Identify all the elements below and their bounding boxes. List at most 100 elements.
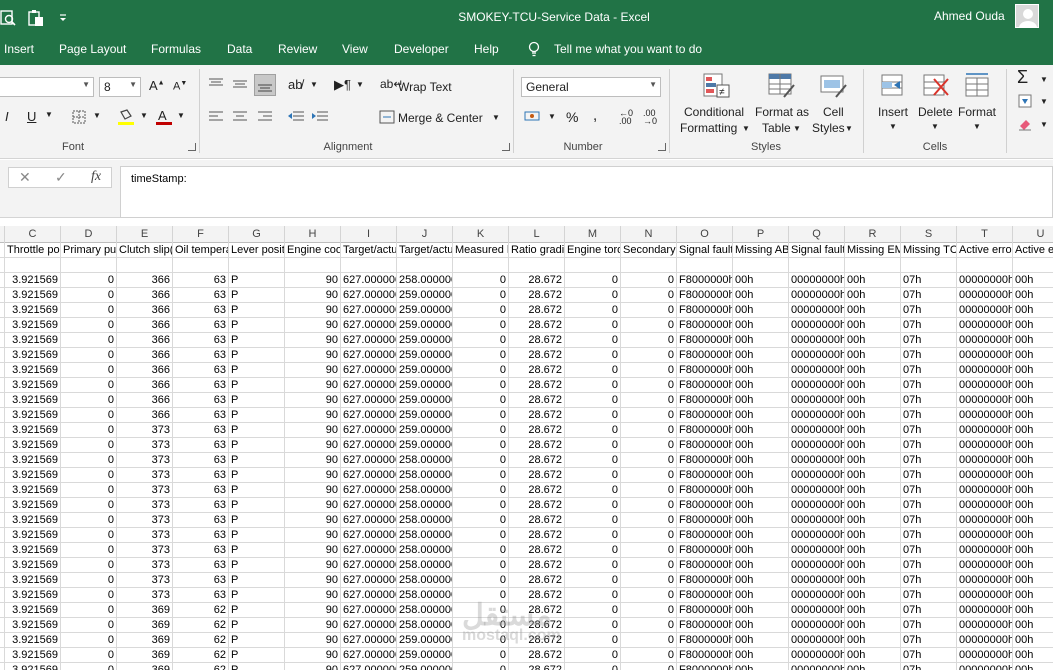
data-cell[interactable]: 0 bbox=[61, 528, 117, 543]
data-cell[interactable]: 369 bbox=[117, 663, 173, 670]
data-cell[interactable]: 07h bbox=[901, 663, 957, 670]
data-cell[interactable]: 63 bbox=[173, 348, 229, 363]
data-cell[interactable]: 00h bbox=[733, 498, 789, 513]
data-cell[interactable]: 00h bbox=[733, 513, 789, 528]
data-cell[interactable]: 00h bbox=[845, 483, 901, 498]
format-cells-icon[interactable] bbox=[962, 71, 992, 101]
data-cell[interactable]: 0 bbox=[453, 573, 509, 588]
data-cell[interactable]: 00h bbox=[1013, 543, 1053, 558]
data-cell[interactable]: 0 bbox=[565, 318, 621, 333]
chevron-down-icon[interactable]: ▼ bbox=[931, 122, 939, 131]
cell-styles-line1[interactable]: Cell bbox=[823, 105, 844, 119]
data-cell[interactable]: 00000000h bbox=[789, 453, 845, 468]
data-cell[interactable]: 62 bbox=[173, 633, 229, 648]
data-cell[interactable]: 90 bbox=[285, 363, 341, 378]
data-cell[interactable]: 07h bbox=[901, 438, 957, 453]
data-cell[interactable]: F8000000h bbox=[677, 453, 733, 468]
data-cell[interactable]: 28.672 bbox=[509, 468, 565, 483]
data-cell[interactable]: 3.921569 bbox=[5, 453, 61, 468]
data-cell[interactable]: 00000000h bbox=[957, 468, 1013, 483]
data-cell[interactable]: 28.672 bbox=[509, 663, 565, 670]
data-cell[interactable]: 369 bbox=[117, 603, 173, 618]
data-cell[interactable]: 63 bbox=[173, 288, 229, 303]
data-cell[interactable]: 00000000h bbox=[957, 288, 1013, 303]
data-cell[interactable]: 90 bbox=[285, 648, 341, 663]
data-cell[interactable]: 0 bbox=[61, 453, 117, 468]
data-cell[interactable]: 00000000h bbox=[789, 588, 845, 603]
data-cell[interactable]: 62 bbox=[173, 663, 229, 670]
data-cell[interactable]: 258.000000 bbox=[397, 273, 453, 288]
data-cell[interactable]: 00h bbox=[1013, 393, 1053, 408]
column-header-e[interactable]: E bbox=[117, 226, 173, 243]
data-cell[interactable]: 0 bbox=[61, 498, 117, 513]
data-cell[interactable]: 00000000h bbox=[957, 513, 1013, 528]
data-cell[interactable]: F8000000h bbox=[677, 573, 733, 588]
data-cell[interactable]: 0 bbox=[453, 423, 509, 438]
data-cell[interactable]: 00h bbox=[1013, 333, 1053, 348]
data-cell[interactable]: 28.672 bbox=[509, 333, 565, 348]
data-cell[interactable]: 3.921569 bbox=[5, 408, 61, 423]
data-cell[interactable]: 00h bbox=[733, 423, 789, 438]
data-cell[interactable]: 00000000h bbox=[789, 288, 845, 303]
data-cell[interactable]: 259.000000 bbox=[397, 288, 453, 303]
increase-font-icon[interactable]: A▲ bbox=[149, 78, 165, 93]
data-cell[interactable]: 07h bbox=[901, 453, 957, 468]
data-cell[interactable]: 0 bbox=[453, 603, 509, 618]
chevron-down-icon[interactable]: ▼ bbox=[492, 113, 500, 122]
column-header-c[interactable]: C bbox=[5, 226, 61, 243]
fill-color-icon[interactable] bbox=[117, 108, 135, 126]
data-cell[interactable]: P bbox=[229, 543, 285, 558]
column-header-d[interactable]: D bbox=[61, 226, 117, 243]
fill-icon[interactable] bbox=[1018, 94, 1032, 108]
wrap-text-button[interactable]: Wrap Text bbox=[398, 80, 452, 94]
conditional-formatting-icon[interactable]: ≠ bbox=[701, 71, 731, 101]
empty-cell[interactable] bbox=[677, 258, 733, 273]
data-cell[interactable]: P bbox=[229, 393, 285, 408]
decrease-decimal-icon[interactable]: .00 →0 bbox=[643, 109, 657, 126]
data-cell[interactable]: 366 bbox=[117, 303, 173, 318]
data-cell[interactable]: 0 bbox=[453, 618, 509, 633]
data-cell[interactable]: 373 bbox=[117, 453, 173, 468]
field-header-cell[interactable]: Primary pul bbox=[61, 243, 117, 258]
data-cell[interactable]: F8000000h bbox=[677, 468, 733, 483]
data-cell[interactable]: 627.000000 bbox=[341, 633, 397, 648]
data-cell[interactable]: 00h bbox=[1013, 438, 1053, 453]
merge-center-button[interactable]: Merge & Center bbox=[398, 111, 483, 125]
data-cell[interactable]: P bbox=[229, 378, 285, 393]
chevron-down-icon[interactable]: ▼ bbox=[548, 112, 556, 121]
data-cell[interactable]: 00000000h bbox=[957, 363, 1013, 378]
data-cell[interactable]: 07h bbox=[901, 468, 957, 483]
data-cell[interactable]: 0 bbox=[621, 588, 677, 603]
orientation-icon[interactable]: ab̸ bbox=[288, 77, 302, 92]
data-cell[interactable]: 0 bbox=[621, 393, 677, 408]
data-cell[interactable]: 62 bbox=[173, 618, 229, 633]
data-cell[interactable]: 0 bbox=[621, 648, 677, 663]
data-cell[interactable]: 259.000000 bbox=[397, 438, 453, 453]
data-cell[interactable]: 00000000h bbox=[957, 633, 1013, 648]
data-cell[interactable]: 259.000000 bbox=[397, 423, 453, 438]
data-cell[interactable]: 00000000h bbox=[957, 393, 1013, 408]
data-cell[interactable]: 00h bbox=[733, 663, 789, 670]
data-cell[interactable]: 0 bbox=[621, 483, 677, 498]
data-cell[interactable]: 00000000h bbox=[957, 588, 1013, 603]
data-cell[interactable]: 0 bbox=[61, 408, 117, 423]
data-cell[interactable]: 00h bbox=[733, 378, 789, 393]
data-cell[interactable]: 00h bbox=[733, 318, 789, 333]
data-cell[interactable]: 3.921569 bbox=[5, 348, 61, 363]
data-cell[interactable]: 00000000h bbox=[789, 558, 845, 573]
data-cell[interactable]: 0 bbox=[61, 363, 117, 378]
data-cell[interactable]: 00h bbox=[845, 588, 901, 603]
column-header-h[interactable]: H bbox=[285, 226, 341, 243]
data-cell[interactable]: 0 bbox=[453, 303, 509, 318]
data-cell[interactable]: 00h bbox=[733, 408, 789, 423]
text-direction-icon[interactable]: ▶¶ bbox=[334, 77, 351, 93]
data-cell[interactable]: 63 bbox=[173, 528, 229, 543]
data-cell[interactable]: F8000000h bbox=[677, 648, 733, 663]
empty-cell[interactable] bbox=[845, 258, 901, 273]
number-dialog-launcher-icon[interactable] bbox=[658, 143, 666, 151]
data-cell[interactable]: 00000000h bbox=[957, 483, 1013, 498]
data-cell[interactable]: 00h bbox=[733, 528, 789, 543]
data-cell[interactable]: 259.000000 bbox=[397, 393, 453, 408]
tab-page-layout[interactable]: Page Layout bbox=[59, 42, 126, 56]
column-header-p[interactable]: P bbox=[733, 226, 789, 243]
